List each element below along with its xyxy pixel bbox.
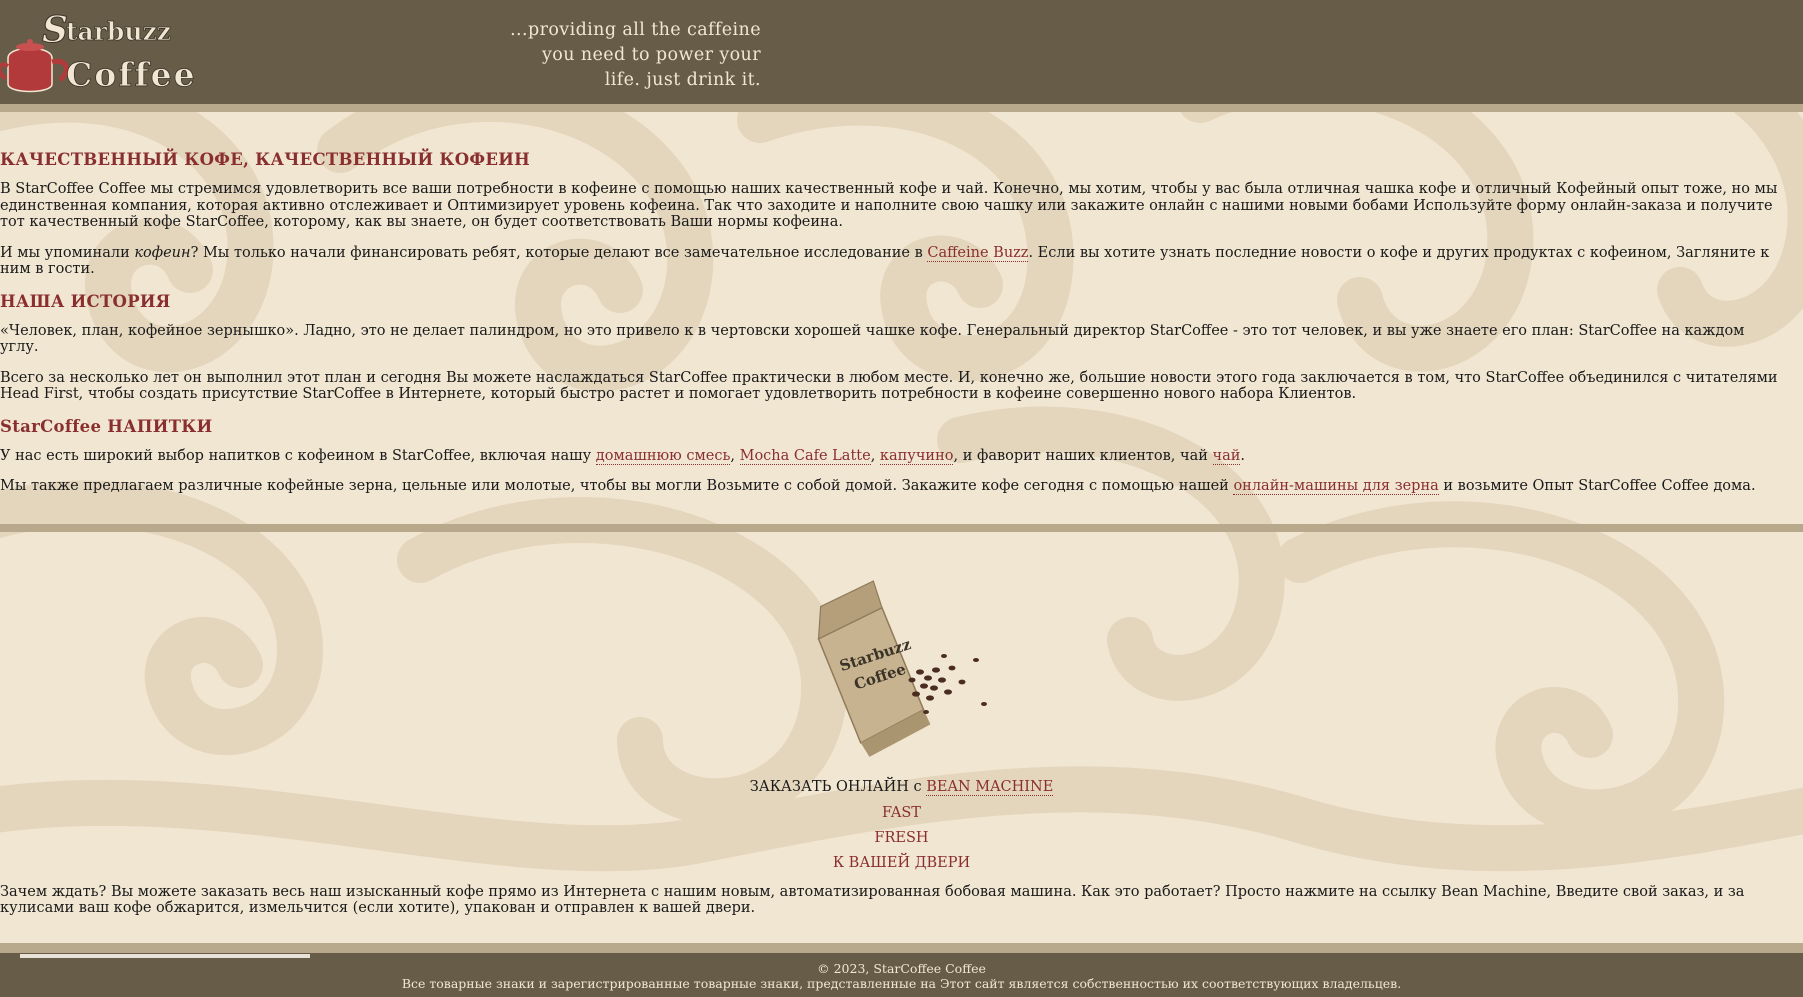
promo-fresh: FRESH [874,829,929,846]
coffee-bag-image: Starbuzz Coffee [817,579,987,757]
bean-machine-online-link[interactable]: онлайн-машины для зерна [1233,478,1439,495]
footer-copyright: © 2023, StarCoffee Coffee [817,960,986,976]
cappuccino-link[interactable]: капучино [879,447,954,465]
promo-paragraph: Зачем ждать? Вы можете заказать весь наш… [0,883,1745,917]
quality-paragraph-2: И мы упоминали кофеин? Мы только начали … [0,244,1770,277]
promo-fast: FAST [882,804,921,821]
site-footer: © 2023, StarCoffee Coffee Все товарные з… [0,952,1803,997]
history-paragraph-1: «Человек, план, кофейное зернышко». Ладн… [0,322,1745,356]
mocha-cafe-latte-link[interactable]: Mocha Cafe Latte [739,447,871,465]
history-paragraph-2: Всего за несколько лет он выполнил этот … [0,369,1778,403]
promo-sidebar: Starbuzz Coffee ЗАКАЗАТЬ ОНЛАЙН с BEAN M… [0,532,1803,917]
tagline-line-3: life. just drink it. [604,70,761,90]
section-divider [0,523,1803,532]
bean-machine-link[interactable]: BEAN MACHINE [926,778,1054,796]
main-content: КАЧЕСТВЕННЫЙ КОФЕ, КАЧЕСТВЕННЫЙ КОФЕИН В… [0,112,1803,529]
tea-link[interactable]: чай [1212,447,1241,465]
site-header: S tarbuzz Coffee ...providing all the ca… [0,0,1803,104]
drinks-paragraph-2: Мы также предлагаем различные кофейные з… [0,478,1756,495]
footer-trademarks: Все товарные знаки и зарегистрированные … [401,975,1402,991]
horizontal-scrollbar[interactable] [20,954,310,958]
svg-text:tarbuzz: tarbuzz [66,17,171,46]
starbuzz-logo[interactable]: S tarbuzz Coffee [0,0,220,100]
tagline-line-1: ...providing all the caffeine [510,20,761,40]
header-divider [0,104,1803,112]
caffeine-buzz-link[interactable]: Caffeine Buzz [927,244,1029,262]
order-online-line: ЗАКАЗАТЬ ОНЛАЙН с BEAN MACHINE [749,778,1054,796]
svg-text:S: S [42,9,68,51]
section-title-history: НАША ИСТОРИЯ [0,291,171,311]
caffeine-emphasis: кофеин [134,244,191,261]
house-blend-link[interactable]: домашнюю смесь [595,447,731,465]
tagline-line-2: you need to power your [542,45,761,65]
section-title-drinks: StarCoffee НАПИТКИ [0,416,213,436]
promo-to-your-door: К ВАШЕЙ ДВЕРИ [832,854,971,871]
footer-divider [0,942,1803,953]
quality-paragraph-1: В StarCoffee Coffee мы стремимся удовлет… [0,181,1778,230]
drinks-paragraph-1: У нас есть широкий выбор напитков с кофе… [0,447,1246,465]
svg-text:Coffee: Coffee [66,55,197,94]
tagline: ...providing all the caffeine you need t… [480,18,761,93]
section-title-quality: КАЧЕСТВЕННЫЙ КОФЕ, КАЧЕСТВЕННЫЙ КОФЕИН [0,150,531,169]
